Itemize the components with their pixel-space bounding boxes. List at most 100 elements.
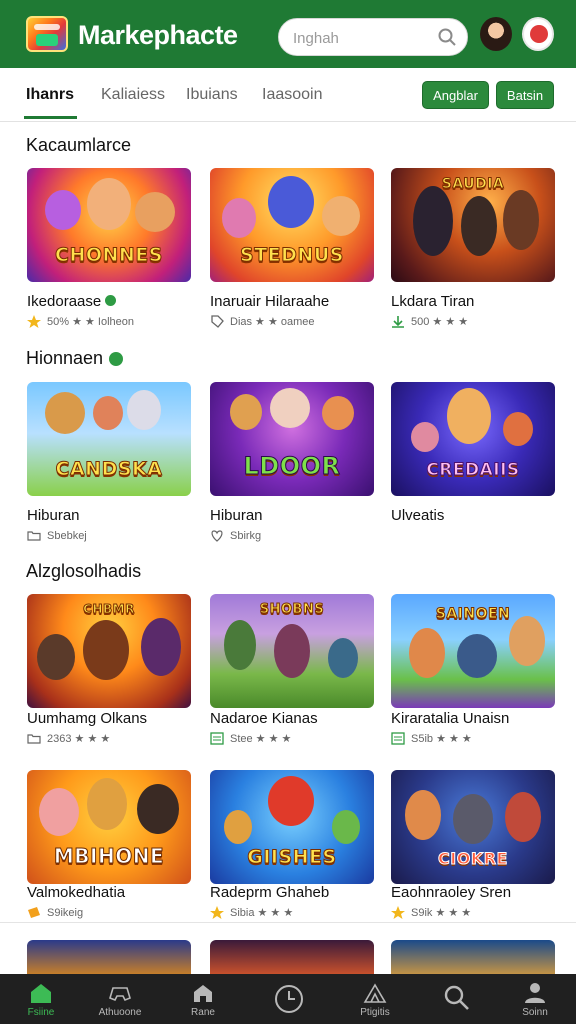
home-icon (31, 984, 51, 1003)
game-thumbnail: SAUDIA (391, 168, 555, 282)
card-meta: S5ib ★ ★ ★ (391, 732, 561, 745)
thumbnail-wordmark: GIISHES (247, 846, 337, 869)
card-meta: Sbebkej (27, 529, 197, 542)
nav-label: Rane (191, 1007, 215, 1018)
game-thumbnail: CREDAIIS (391, 382, 555, 496)
tag-icon (28, 907, 40, 918)
game-thumbnail: SAINOEN (391, 594, 555, 708)
card-meta: 2363 ★ ★ ★ (27, 732, 197, 745)
thumbnail-wordmark: LDOOR (243, 452, 341, 481)
thumbnail-wordmark: SHOBNS (259, 602, 325, 618)
card-title: Valmokedhatia (27, 884, 126, 901)
clock-icon (275, 985, 303, 1013)
nav-games[interactable]: Athuoone (79, 974, 161, 1024)
folder-icon (27, 531, 41, 541)
tent-icon (363, 983, 387, 1003)
game-card[interactable]: STEDNUS (210, 168, 374, 282)
thumbnail-wordmark: SAUDIA (441, 176, 505, 193)
thumbnail-wordmark: CHONNES (55, 244, 163, 267)
list-icon (391, 732, 405, 745)
game-card[interactable]: MBIHONE (27, 770, 191, 884)
game-card[interactable]: SHOBNS (210, 594, 374, 708)
game-thumbnail: GIISHES (210, 770, 374, 884)
game-card[interactable]: CANDSKA (27, 382, 191, 496)
secondary-action-button[interactable]: Batsin (496, 81, 554, 109)
app-title: Markephacte (78, 20, 238, 50)
card-meta: S9ikeig (27, 906, 197, 919)
card-meta: Dias ★ ★ oamee (210, 315, 380, 328)
nav-search[interactable] (416, 974, 498, 1024)
card-title: Lkdara Tiran (391, 293, 475, 310)
card-title: Uumhamg Olkans (27, 710, 148, 727)
store-icon (194, 985, 212, 1002)
star-icon (391, 906, 405, 919)
game-card[interactable]: GIISHES (210, 770, 374, 884)
app-logo[interactable] (26, 16, 68, 52)
nav-history[interactable] (248, 974, 330, 1024)
tab-categories[interactable]: Kaliaiess (101, 86, 165, 104)
game-thumbnail: SHOBNS (210, 594, 374, 708)
game-card[interactable]: SAUDIA (391, 168, 555, 282)
tab-entertainment[interactable]: Ibuians (186, 86, 238, 104)
thumbnail-wordmark: CHBMR (83, 602, 135, 617)
search-icon[interactable] (437, 27, 457, 47)
game-card[interactable]: LDOOR (210, 382, 374, 496)
card-meta: Sbirkg (210, 529, 380, 542)
divider (0, 922, 576, 923)
user-avatar[interactable] (480, 17, 512, 51)
list-icon (210, 732, 224, 745)
thumbnail-wordmark: CREDAIIS (426, 460, 520, 481)
tab-home[interactable]: Ihanrs (26, 86, 74, 104)
game-thumbnail: CHONNES (27, 168, 191, 282)
game-card[interactable]: CHONNES (27, 168, 191, 282)
game-card[interactable]: CIOKRE (391, 770, 555, 884)
game-thumbnail: CANDSKA (27, 382, 191, 496)
card-title: Ulveatis (391, 507, 445, 524)
card-meta: Stee ★ ★ ★ (210, 732, 380, 745)
card-title: Eaohnraoley Sren (391, 884, 512, 901)
thumbnail-wordmark: SAINOEN (435, 606, 511, 623)
card-title: Radeprm Ghaheb (210, 884, 330, 901)
nav-label: Soinn (522, 1007, 548, 1018)
section-title: Hionnaen (26, 348, 124, 369)
card-meta: S9ik ★ ★ ★ (391, 906, 561, 919)
app-header: Markephacte (0, 0, 576, 68)
nav-label: Ptigitis (360, 1007, 390, 1018)
card-title: Hiburan (27, 507, 80, 524)
controller-icon (109, 987, 131, 1002)
active-tab-indicator (24, 116, 77, 119)
nav-store[interactable]: Rane (162, 974, 244, 1024)
card-meta: 50% ★ ★ Iolheon (27, 315, 197, 328)
game-card[interactable]: CHBMR (27, 594, 191, 708)
card-title: Inaruair Hilaraahe (210, 293, 330, 310)
card-title: Nadaroe Kianas (210, 710, 318, 727)
nav-label: Athuoone (98, 1007, 142, 1018)
section-title: Kacaumlarce (26, 135, 132, 155)
nav-events[interactable]: Ptigitis (334, 974, 416, 1024)
game-thumbnail: MBIHONE (27, 770, 191, 884)
primary-action-button[interactable]: Angblar (422, 81, 489, 109)
search-box[interactable] (278, 18, 468, 56)
game-thumbnail: LDOOR (210, 382, 374, 496)
star-icon (210, 906, 224, 919)
tab-new[interactable]: Iaasooin (262, 86, 323, 104)
thumbnail-wordmark: CIOKRE (438, 849, 508, 869)
tab-bar: Ihanrs Kaliaiess Ibuians Iaasooin Angbla… (0, 68, 576, 122)
card-title: Ikedoraase (27, 293, 197, 310)
card-meta: Sibia ★ ★ ★ (210, 906, 380, 919)
game-thumbnail: STEDNUS (210, 168, 374, 282)
game-card[interactable]: CREDAIIS (391, 382, 555, 496)
thumbnail-wordmark: CANDSKA (55, 458, 163, 481)
nav-profile[interactable]: Soinn (494, 974, 576, 1024)
notification-avatar[interactable] (522, 17, 554, 51)
heart-icon (211, 530, 223, 542)
section-badge-icon (109, 351, 124, 366)
nav-home[interactable]: Fsiine (0, 974, 82, 1024)
game-thumbnail: CIOKRE (391, 770, 555, 884)
game-card[interactable]: SAINOEN (391, 594, 555, 708)
card-title: Hiburan (210, 507, 263, 524)
search-input[interactable] (293, 28, 433, 48)
thumbnail-wordmark: STEDNUS (240, 244, 344, 267)
download-icon (392, 316, 404, 328)
search-icon (444, 985, 469, 1010)
